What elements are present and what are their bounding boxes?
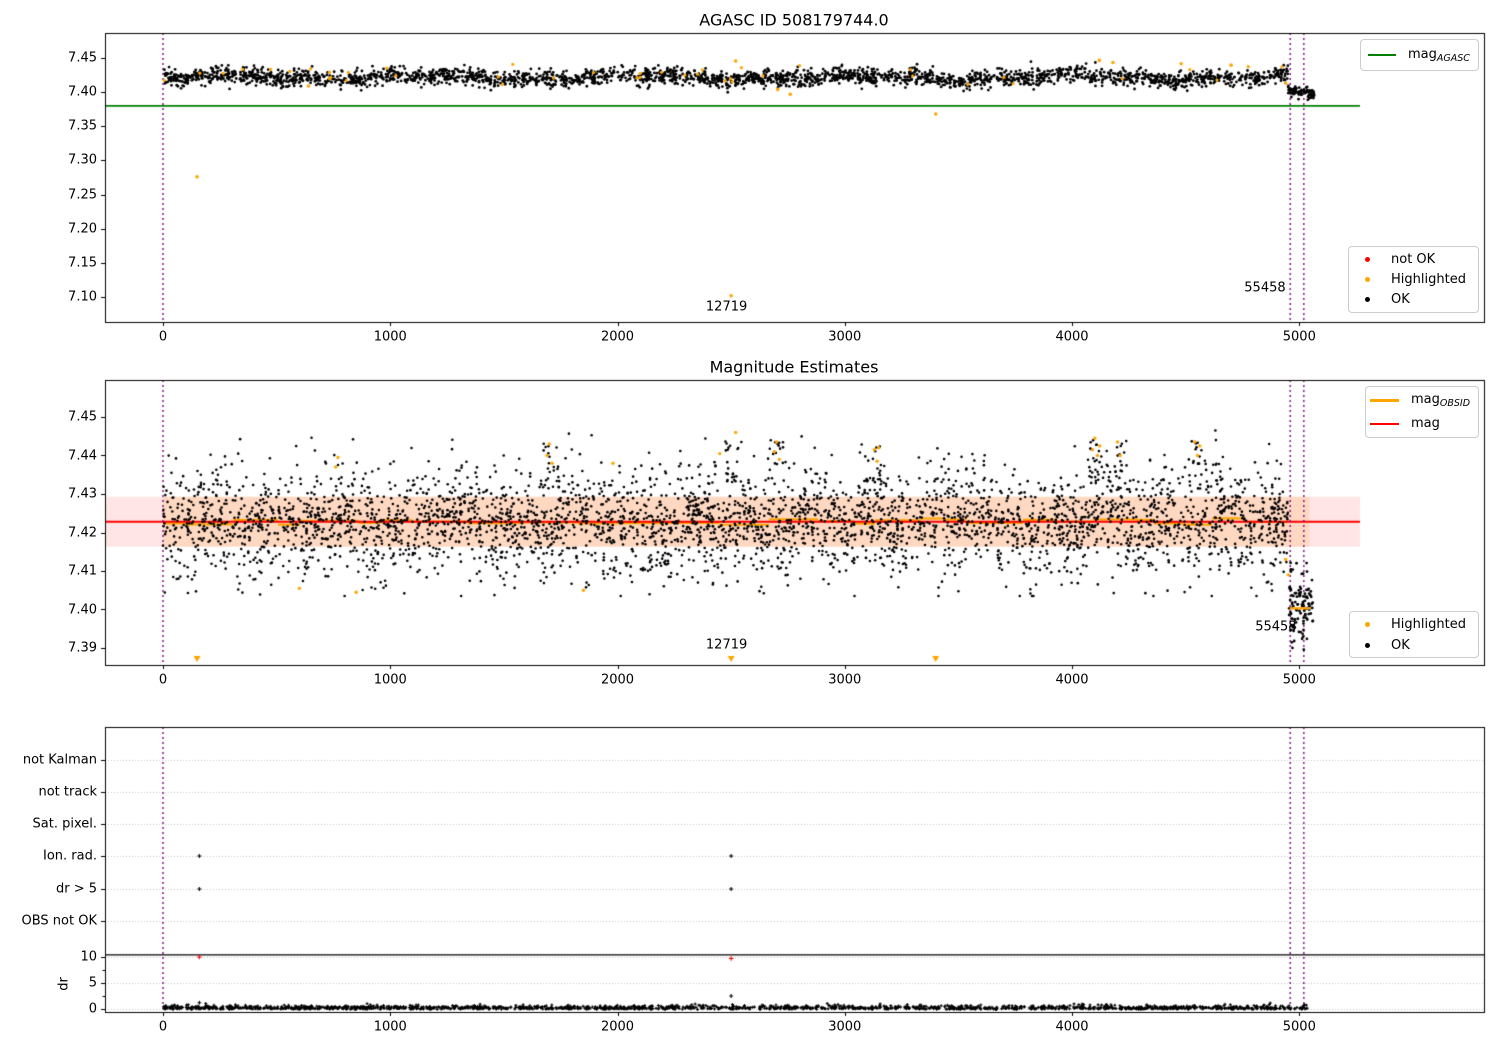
x-tick-label: 0: [158, 329, 168, 345]
category-label: Ion. rad.: [43, 848, 97, 864]
legend-label-ok: OK: [1391, 292, 1410, 307]
legend-entry-highlighted: Highlighted: [1350, 614, 1478, 635]
x-tick-label: 1000: [373, 329, 407, 345]
x-tick-label: 3000: [828, 1019, 862, 1035]
ok-dot-swatch: [1365, 642, 1370, 648]
x-tick-label: 4000: [1055, 1019, 1089, 1035]
legend-label-ok: OK: [1391, 637, 1410, 653]
y-tick-label: 7.40: [68, 84, 97, 100]
x-tick-label: 4000: [1055, 672, 1089, 688]
y-tick-label: 7.15: [68, 255, 97, 271]
dr-axis-label: dr: [56, 977, 72, 991]
annotation: 55458: [1255, 619, 1297, 635]
y-tick-label: 7.35: [68, 118, 97, 134]
legend-label-main: mag: [1411, 415, 1440, 431]
legend-entry-ok: OK: [1349, 290, 1478, 310]
x-tick-label: 1000: [373, 672, 407, 688]
mag-agasc-line-swatch: [1368, 54, 1396, 56]
y-tick-label: 7.41: [68, 563, 97, 579]
annotation: 55458: [1244, 280, 1286, 296]
y-tick-label: 7.40: [68, 602, 97, 617]
mag-line-swatch: [1370, 423, 1399, 425]
x-tick-label: 3000: [828, 329, 862, 345]
ok-dot-swatch: [1365, 297, 1370, 302]
legend-entry-not-ok: not OK: [1349, 250, 1478, 270]
legend-label-highlighted: Highlighted: [1391, 616, 1466, 632]
x-tick-label: 4000: [1055, 329, 1089, 345]
legend-label-sub: OBSID: [1439, 397, 1471, 409]
highlighted-dot-swatch: [1365, 621, 1370, 627]
legend-entry-mag-obsid: magOBSID: [1366, 388, 1478, 412]
y-tick-label: 7.10: [68, 289, 97, 305]
x-tick-label: 1000: [373, 1019, 407, 1035]
x-tick-label: 2000: [600, 1019, 635, 1035]
x-tick-label: 5000: [1282, 1019, 1316, 1035]
legend-mag-agasc: magAGASC: [1360, 39, 1479, 71]
y-tick-label: 7.30: [68, 152, 97, 168]
legend-label-mag: mag: [1411, 416, 1440, 433]
middle-plot-title: Magnitude Estimates: [709, 357, 879, 377]
figure: AGASC ID 508179744.0 Magnitude Estimates…: [0, 0, 1500, 1050]
mag-obsid-line-swatch: [1370, 398, 1399, 402]
x-tick-label: 0: [158, 1019, 168, 1035]
legend-label-not-ok: not OK: [1391, 252, 1436, 267]
legend-label-mag-agasc: magAGASC: [1408, 47, 1470, 64]
legend-status-middle: Highlighted OK: [1349, 611, 1479, 658]
not-ok-dot-swatch: [1365, 257, 1370, 262]
legend-mag-lines: magOBSID mag: [1365, 386, 1479, 438]
legend-entry-ok: OK: [1350, 635, 1478, 656]
category-label: dr > 5: [55, 881, 97, 897]
category-label: Sat. pixel.: [32, 816, 97, 832]
y-tick-label: 7.25: [68, 187, 97, 203]
legend-entry-mag-agasc: magAGASC: [1361, 44, 1478, 66]
y-tick-label: 7.39: [68, 640, 97, 656]
x-tick-label: 5000: [1282, 329, 1316, 345]
legend-label-main: mag: [1411, 391, 1440, 407]
legend-label-sub: AGASC: [1436, 52, 1470, 64]
y-tick-label: 7.43: [68, 486, 97, 502]
category-label: OBS not OK: [21, 913, 98, 929]
dr-tick-label: 10: [80, 949, 97, 965]
category-label: not track: [38, 784, 97, 800]
dr-tick-label: 5: [88, 975, 97, 991]
legend-entry-highlighted: Highlighted: [1349, 270, 1478, 290]
x-tick-label: 2000: [600, 672, 635, 688]
y-tick-label: 7.45: [68, 409, 97, 425]
y-tick-label: 7.42: [68, 525, 97, 540]
legend-entry-mag: mag: [1366, 412, 1478, 436]
annotation: 12719: [705, 299, 748, 315]
y-tick-label: 7.44: [68, 448, 97, 463]
annotation: 12719: [705, 637, 748, 653]
category-label: not Kalman: [22, 752, 97, 768]
x-tick-label: 3000: [828, 672, 862, 688]
legend-label-highlighted: Highlighted: [1391, 272, 1466, 287]
y-tick-label: 7.20: [68, 221, 97, 237]
legend-label-main: mag: [1408, 46, 1437, 62]
top-plot-title: AGASC ID 508179744.0: [699, 10, 889, 30]
y-tick-label: 7.45: [68, 50, 97, 66]
x-tick-label: 0: [158, 672, 168, 688]
legend-status-top: not OK Highlighted OK: [1348, 246, 1479, 313]
x-tick-label: 5000: [1282, 672, 1316, 688]
highlighted-dot-swatch: [1365, 277, 1370, 282]
x-tick-label: 2000: [600, 329, 635, 345]
legend-label-mag-obsid: magOBSID: [1411, 392, 1470, 409]
dr-tick-label: 0: [88, 1001, 97, 1017]
charts-canvas: [0, 0, 1500, 1050]
